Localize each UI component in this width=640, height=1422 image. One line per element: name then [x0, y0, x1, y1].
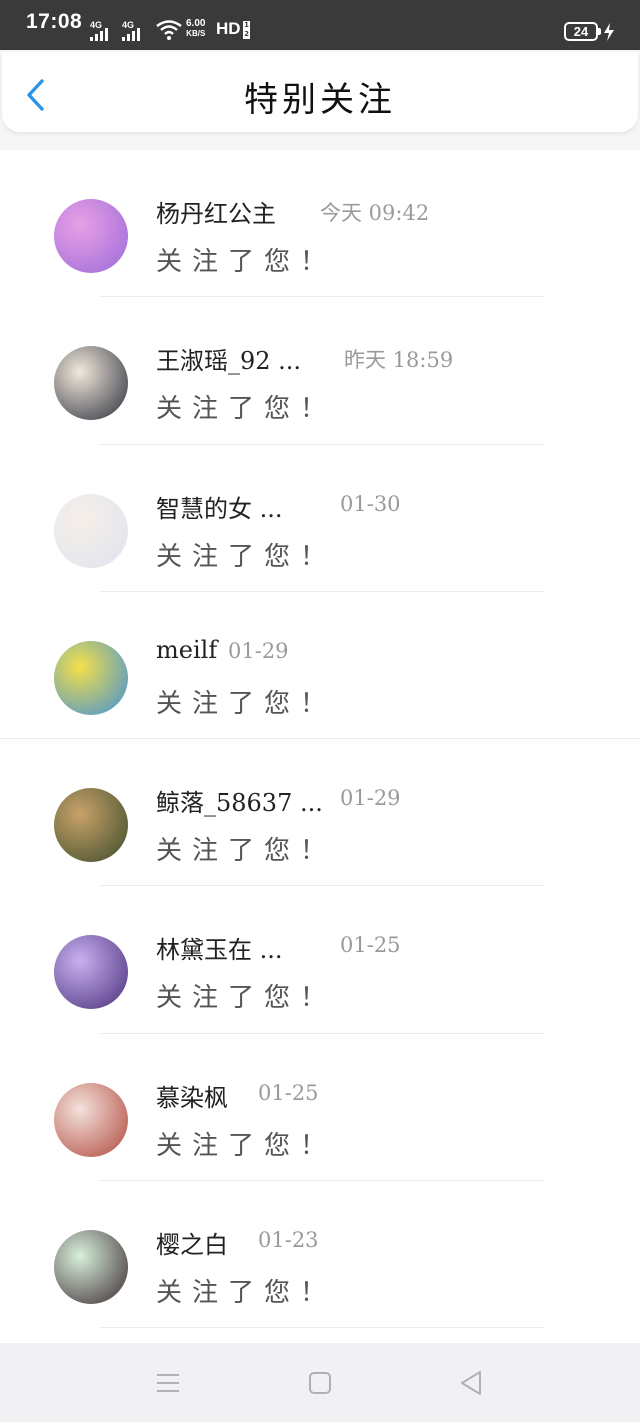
follow-message: 关注了您！ [156, 394, 337, 425]
list-item[interactable]: 樱之白 01-23 关注了您！ [0, 1181, 640, 1329]
list-item[interactable]: 林黛玉在 ... 01-25 关注了您！ [0, 886, 640, 1034]
wifi-icon [156, 20, 182, 40]
avatar[interactable] [54, 1082, 128, 1157]
user-name: 王淑瑶_92 ... [156, 347, 302, 376]
avatar[interactable] [54, 1230, 128, 1305]
avatar[interactable] [54, 935, 128, 1010]
avatar[interactable] [54, 640, 128, 715]
follow-message: 关注了您！ [156, 541, 337, 572]
net-speed: 6.00 KB/S [186, 18, 206, 39]
follower-list: 杨丹红公主 今天 09:42 关注了您！ 王淑瑶_92 ... 昨天 18:59 关注了您… [0, 150, 640, 1329]
list-item[interactable]: 杨丹红公主 今天 09:42 关注了您！ [0, 150, 640, 298]
charging-icon [604, 23, 614, 41]
follow-time: 01-25 [258, 1080, 319, 1105]
follow-time: 今天 09:42 [320, 201, 430, 225]
avatar[interactable] [54, 346, 128, 421]
user-name: meilf [156, 635, 218, 664]
follow-time: 01-30 [340, 491, 401, 516]
follow-message: 关注了您！ [156, 1130, 337, 1161]
user-name: 慕染枫 [156, 1083, 228, 1112]
home-square-icon[interactable] [306, 1369, 334, 1397]
battery-icon: 24 [564, 22, 601, 41]
follow-message: 关注了您！ [156, 1278, 337, 1309]
user-name: 樱之白 [156, 1231, 228, 1260]
hd-badge: HD [216, 19, 241, 38]
navigation-bar [0, 1343, 640, 1422]
follow-time: 01-23 [258, 1228, 319, 1253]
user-name: 杨丹红公主 [156, 200, 276, 228]
follow-time: 01-29 [340, 786, 401, 811]
follow-time: 昨天 18:59 [344, 348, 454, 373]
header: 特别关注 [2, 52, 638, 132]
follow-time: 01-25 [340, 933, 401, 958]
hd-sub-icon: 12 [243, 21, 250, 39]
avatar[interactable] [54, 493, 128, 568]
menu-icon[interactable] [154, 1369, 182, 1397]
follow-time: 01-29 [228, 638, 289, 663]
user-name: 林黛玉在 ... [156, 936, 283, 965]
divider [100, 1327, 544, 1329]
avatar[interactable] [54, 788, 128, 863]
status-time: 17:08 [26, 10, 83, 33]
follow-message: 关注了您！ [156, 983, 337, 1014]
back-triangle-icon[interactable] [458, 1369, 486, 1397]
page-title: 特别关注 [244, 80, 396, 120]
list-item[interactable]: 鲸落_58637 ... 01-29 关注了您！ [0, 739, 640, 887]
status-bar: 17:08 4G 4G 6.00 KB/S HD 12 24 [0, 0, 640, 50]
user-name: 智慧的女 ... [156, 494, 283, 523]
list-item[interactable]: 王淑瑶_92 ... 昨天 18:59 关注了您！ [0, 297, 640, 445]
follow-message: 关注了您！ [156, 836, 337, 867]
avatar[interactable] [54, 199, 128, 273]
user-name: 鲸落_58637 ... [156, 789, 323, 818]
list-item[interactable]: meilf 01-29 关注了您！ [0, 592, 640, 740]
follow-message: 关注了您！ [156, 247, 337, 277]
follow-message: 关注了您！ [156, 688, 337, 719]
list-item[interactable]: 慕染枫 01-25 关注了您！ [0, 1034, 640, 1182]
list-item[interactable]: 智慧的女 ... 01-30 关注了您！ [0, 445, 640, 592]
